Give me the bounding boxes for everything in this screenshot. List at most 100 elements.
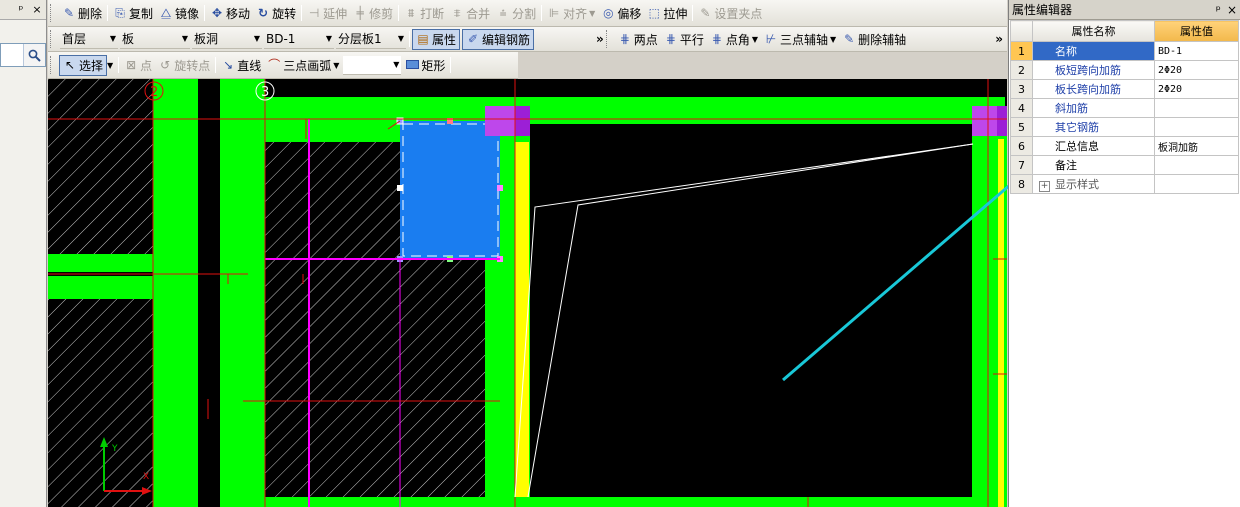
parallel-axis-button[interactable]: ⋕ 平行	[661, 29, 707, 50]
ucs-x-label: X	[143, 472, 149, 482]
toolbar-grip[interactable]	[50, 4, 56, 22]
property-name[interactable]: 板长跨向加筋	[1032, 79, 1155, 99]
delete-button[interactable]: ✎ 删除	[59, 3, 105, 24]
property-row[interactable]: 1 名称 BD-1	[1010, 41, 1239, 61]
split-button[interactable]: ⩮ 分割	[493, 3, 539, 24]
row-number: 8	[1010, 174, 1033, 194]
merge-button[interactable]: ⩨ 合并	[447, 3, 493, 24]
expand-plus-icon[interactable]: +	[1039, 181, 1050, 192]
set-grip-point-button[interactable]: ✎ 设置夹点	[695, 3, 765, 24]
selected-slab-hole[interactable]	[400, 121, 500, 259]
extend-button[interactable]: ⊣ 延伸	[304, 3, 350, 24]
cad-drawing[interactable]: 2 3 Y X	[48, 79, 1007, 507]
drawing-canvas[interactable]: 2 3 Y X	[48, 79, 1007, 507]
property-editor-titlebar: 属性编辑器 ᵖ ×	[1009, 0, 1240, 20]
property-row[interactable]: 6 汇总信息 板洞加筋	[1010, 136, 1239, 156]
line-button[interactable]: ↘ 直线	[218, 55, 264, 76]
mirror-button[interactable]: ⧋ 镜像	[156, 3, 202, 24]
search-input[interactable]	[0, 43, 46, 67]
beam[interactable]	[220, 79, 265, 507]
property-row[interactable]: 5 其它钢筋	[1010, 117, 1239, 137]
search-button[interactable]	[23, 44, 45, 66]
category-select[interactable]: 板 ▼	[120, 30, 190, 49]
edit-rebar-button[interactable]: ✐ 编辑钢筋	[462, 28, 535, 50]
property-row[interactable]: 7 备注	[1010, 155, 1239, 175]
type-select[interactable]: 板洞 ▼	[192, 30, 262, 49]
edit-rebar-label: 编辑钢筋	[482, 32, 531, 47]
merge-label: 合并	[466, 6, 491, 21]
layer-select[interactable]: 分层板1 ▼	[336, 30, 406, 49]
slab-hatch[interactable]	[48, 299, 153, 507]
copy-button[interactable]: ⎘ 复制	[110, 3, 156, 24]
property-name[interactable]: 其它钢筋	[1032, 117, 1155, 137]
slab-hatch[interactable]	[48, 79, 153, 254]
three-point-axis-button[interactable]: ⊬ 三点辅轴 ▼	[761, 29, 839, 50]
property-name[interactable]: + 显示样式	[1032, 174, 1155, 194]
delete-axis-button[interactable]: ✎ 删除辅轴	[839, 29, 909, 50]
property-value[interactable]	[1154, 174, 1239, 194]
wall[interactable]	[998, 139, 1004, 507]
extend-icon: ⊣	[308, 6, 320, 20]
column-header-value[interactable]: 属性值	[1154, 20, 1239, 42]
property-value[interactable]: 2Φ20	[1154, 60, 1239, 80]
property-button[interactable]: ▤ 属性	[412, 28, 461, 50]
align-icon: ⊫	[548, 6, 560, 20]
select-button[interactable]: ↖ 选择	[59, 54, 108, 76]
property-value[interactable]: 板洞加筋	[1154, 136, 1239, 156]
element-select[interactable]: BD-1 ▼	[264, 30, 334, 49]
align-button[interactable]: ⊫ 对齐 ▼	[544, 3, 598, 24]
rotate-button[interactable]: ↻ 旋转	[253, 3, 299, 24]
toolbar-grip[interactable]	[605, 30, 612, 48]
toolbar-grip[interactable]	[50, 30, 56, 48]
beam[interactable]	[48, 254, 153, 299]
rotate-point-button[interactable]: ↺ 旋转点	[155, 55, 213, 76]
floor-select[interactable]: 首层 ▼	[60, 30, 118, 49]
property-row[interactable]: 4 斜加筋	[1010, 98, 1239, 118]
property-value[interactable]	[1154, 155, 1239, 175]
property-row[interactable]: 8 + 显示样式	[1010, 174, 1239, 194]
header-corner	[1010, 20, 1033, 42]
property-value[interactable]	[1154, 98, 1239, 118]
stretch-button[interactable]: ⬚ 拉伸	[644, 3, 690, 24]
ucs-y-label: Y	[111, 444, 118, 454]
slab-opening-area[interactable]	[530, 142, 972, 497]
move-button[interactable]: ✥ 移动	[207, 3, 253, 24]
property-name[interactable]: 斜加筋	[1032, 98, 1155, 118]
property-row[interactable]: 2 板短跨向加筋 2Φ20	[1010, 60, 1239, 80]
property-editor-panel: 属性编辑器 ᵖ × 属性名称 属性值 1 名称 BD-1 2 板短跨向加筋 2Φ…	[1008, 0, 1240, 507]
property-name[interactable]: 汇总信息	[1032, 136, 1155, 156]
two-point-axis-button[interactable]: ⋕ 两点	[615, 29, 661, 50]
beam[interactable]	[265, 497, 1005, 507]
line-icon: ↘	[223, 58, 234, 72]
offset-button[interactable]: ◎ 偏移	[598, 3, 644, 24]
overflow-chevron-icon[interactable]: »	[995, 32, 1007, 46]
column-header-name[interactable]: 属性名称	[1032, 20, 1155, 42]
rectangle-button[interactable]: 矩形	[402, 55, 448, 76]
close-icon[interactable]: ×	[1227, 3, 1237, 17]
toolbar-grip[interactable]	[50, 56, 56, 74]
property-name[interactable]: 名称	[1032, 41, 1155, 61]
delete-axis-label: 删除辅轴	[858, 32, 907, 47]
beam[interactable]	[153, 79, 198, 507]
pin-icon[interactable]: ᵖ	[14, 3, 28, 16]
pin-icon[interactable]: ᵖ	[1216, 3, 1221, 17]
property-name[interactable]: 板短跨向加筋	[1032, 60, 1155, 80]
property-name[interactable]: 备注	[1032, 155, 1155, 175]
property-value[interactable]	[1154, 117, 1239, 137]
three-point-arc-button[interactable]: ⌒ 三点画弧 ▼	[264, 55, 342, 76]
break-button[interactable]: ⩩ 打断	[401, 3, 447, 24]
point-angle-axis-button[interactable]: ⋕ 点角 ▼	[707, 29, 761, 50]
arc-option-select[interactable]: ▼	[343, 55, 402, 75]
close-icon[interactable]: ×	[30, 3, 44, 16]
property-value[interactable]: BD-1	[1154, 41, 1239, 61]
property-row[interactable]: 3 板长跨向加筋 2Φ20	[1010, 79, 1239, 99]
beam[interactable]	[265, 97, 1005, 124]
point-button[interactable]: ⊠ 点	[121, 55, 155, 76]
chevron-down-icon[interactable]: ▼	[107, 61, 113, 70]
trim-button[interactable]: ╪ 修剪	[350, 3, 396, 24]
grip-point[interactable]	[397, 185, 403, 191]
property-value[interactable]: 2Φ20	[1154, 79, 1239, 99]
grip-point[interactable]	[497, 185, 503, 191]
overflow-chevron-icon[interactable]: »	[596, 32, 604, 46]
chevron-down-icon: ▼	[397, 34, 404, 43]
